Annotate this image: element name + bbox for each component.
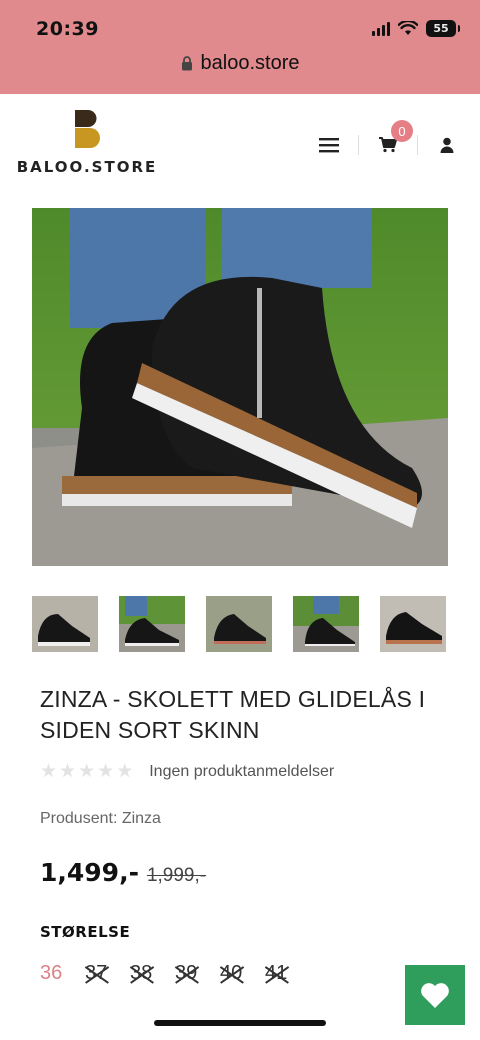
product-thumbnail[interactable] <box>293 596 359 652</box>
star-icon: ★ <box>40 761 58 782</box>
header-divider <box>417 135 418 155</box>
status-icons: 55 <box>372 20 460 37</box>
rating-stars: ★ ★ ★ ★ ★ <box>40 762 133 782</box>
star-icon: ★ <box>97 761 115 782</box>
size-label: STØRELSE <box>40 923 131 941</box>
browser-chrome: 20:39 55 baloo.store <box>0 0 480 94</box>
header-divider <box>358 135 359 155</box>
signal-icon <box>372 21 390 36</box>
status-time: 20:39 <box>36 18 99 40</box>
product-thumbnail[interactable] <box>32 596 98 652</box>
product-title: ZINZA - SKOLETT MED GLIDELÅS I SIDEN SOR… <box>40 686 426 743</box>
battery-icon: 55 <box>426 20 460 37</box>
address-bar[interactable]: baloo.store <box>0 52 480 75</box>
site-logo[interactable]: BALOO.STORE <box>14 108 160 176</box>
star-icon: ★ <box>116 761 134 782</box>
header-actions: 0 <box>312 120 464 162</box>
thumbnail-strip <box>32 596 446 652</box>
menu-button[interactable] <box>312 128 346 162</box>
size-selector: 36 37 38 39 40 41 <box>40 962 310 985</box>
rating-row[interactable]: ★ ★ ★ ★ ★ Ingen produktanmeldelser <box>40 762 334 782</box>
size-option-unavailable[interactable]: 39 <box>175 962 220 985</box>
user-icon <box>440 137 454 153</box>
url-text: baloo.store <box>200 52 300 74</box>
lock-icon <box>181 56 192 71</box>
home-indicator[interactable] <box>154 1020 326 1026</box>
menu-icon <box>319 138 339 153</box>
logo-text: BALOO.STORE <box>16 158 158 176</box>
old-price: 1,999,- <box>146 865 207 886</box>
size-option-unavailable[interactable]: 37 <box>85 962 130 985</box>
product-thumbnail[interactable] <box>119 596 185 652</box>
wishlist-button[interactable] <box>405 965 465 1025</box>
product-thumbnail[interactable] <box>206 596 272 652</box>
star-icon: ★ <box>78 761 96 782</box>
manufacturer: Produsent: Zinza <box>40 810 161 827</box>
product-thumbnail[interactable] <box>380 596 446 652</box>
price-row: 1,499,- 1,999,- <box>40 858 206 887</box>
logo-mark-icon <box>75 110 100 148</box>
size-option[interactable]: 36 <box>40 962 85 985</box>
product-main-image[interactable] <box>32 208 448 566</box>
reviews-text: Ingen produktanmeldelser <box>149 763 335 780</box>
size-option-unavailable[interactable]: 41 <box>265 962 310 985</box>
star-icon: ★ <box>59 761 77 782</box>
cart-button[interactable]: 0 <box>371 120 413 162</box>
size-option-unavailable[interactable]: 38 <box>130 962 175 985</box>
wifi-icon <box>398 21 418 35</box>
heart-icon <box>421 982 449 1008</box>
current-price: 1,499,- <box>40 858 139 887</box>
cart-count-badge: 0 <box>391 120 413 142</box>
product-photo <box>32 208 448 566</box>
account-button[interactable] <box>430 128 464 162</box>
size-option-unavailable[interactable]: 40 <box>220 962 265 985</box>
